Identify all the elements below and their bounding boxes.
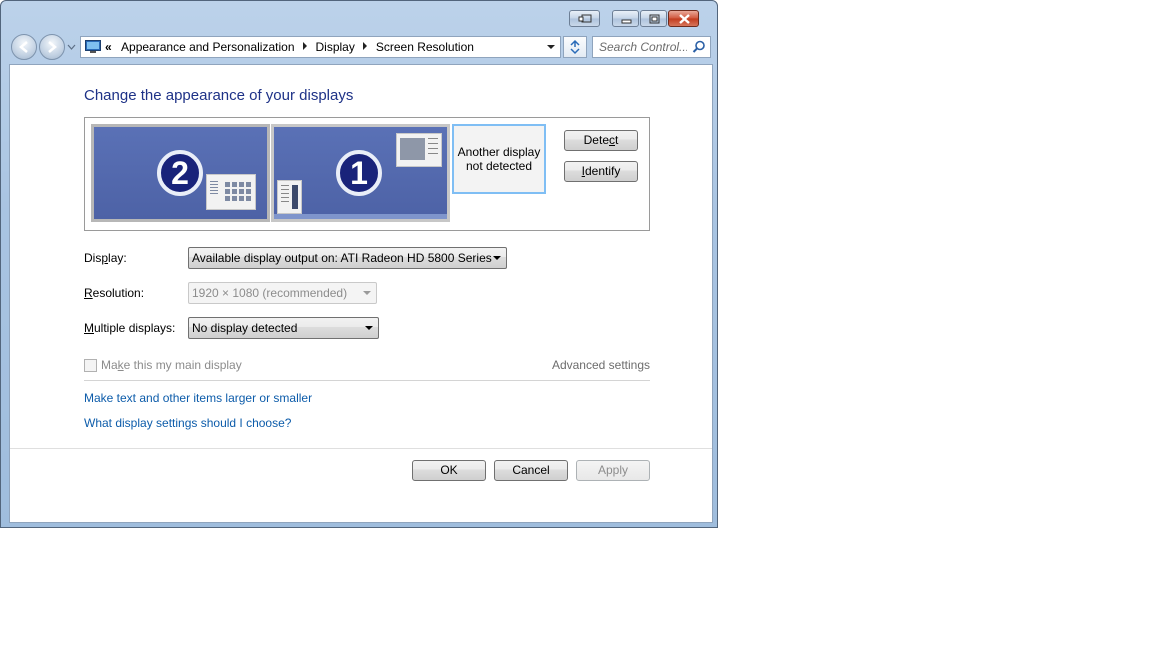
search-input[interactable] xyxy=(599,39,687,55)
maximize-button[interactable] xyxy=(640,10,667,27)
display-select[interactable]: Available display output on: ATI Radeon … xyxy=(188,247,507,269)
undetected-display-text-2: not detected xyxy=(465,159,533,173)
undetected-display-text-1: Another display xyxy=(457,145,541,159)
monitor-number-badge: 2 xyxy=(157,150,203,196)
chevron-right-icon[interactable] xyxy=(362,42,367,50)
mini-window-icon xyxy=(396,133,442,167)
main-display-checkbox-label[interactable]: Make this my main display xyxy=(101,358,242,372)
start-menu-list-icon xyxy=(281,185,298,209)
chevron-down-icon xyxy=(363,291,371,295)
advanced-settings-link[interactable]: Advanced settings xyxy=(552,358,650,372)
refresh-icon xyxy=(570,39,580,55)
maximize-icon xyxy=(649,14,660,24)
detect-label-c: t xyxy=(615,133,619,147)
undetected-display-placeholder[interactable]: Another display not detected xyxy=(452,124,546,194)
content-area: Change the appearance of your displays 2 xyxy=(9,64,713,523)
breadcrumb-overflow[interactable]: « xyxy=(105,40,112,54)
page-title: Change the appearance of your displays xyxy=(84,87,354,104)
search-box[interactable] xyxy=(592,36,711,58)
close-button[interactable] xyxy=(668,10,699,27)
resolution-label-a: R xyxy=(84,286,93,300)
mini-window-icon xyxy=(206,174,256,210)
forward-button[interactable] xyxy=(39,34,65,60)
breadcrumb-screen-resolution[interactable]: Screen Resolution xyxy=(376,40,474,54)
breadcrumb: « Appearance and Personalization Display S… xyxy=(105,40,474,55)
display-pin-icon[interactable] xyxy=(569,10,600,27)
divider xyxy=(84,380,650,381)
identify-label-b: dentify xyxy=(584,164,621,178)
breadcrumb-appearance[interactable]: Appearance and Personalization xyxy=(121,40,294,54)
display-label-c: lay: xyxy=(108,251,127,265)
monitor-1[interactable]: 1 xyxy=(271,124,450,222)
breadcrumb-display[interactable]: Display xyxy=(316,40,355,54)
minimize-icon xyxy=(621,19,632,24)
footer-divider xyxy=(10,448,712,449)
monitor-2[interactable]: 2 xyxy=(91,124,270,222)
close-icon xyxy=(679,14,690,24)
main-display-label-a: Ma xyxy=(101,358,118,372)
multiple-displays-select[interactable]: No display detected xyxy=(188,317,379,339)
address-bar[interactable]: « Appearance and Personalization Display S… xyxy=(80,36,561,58)
multiple-label-b: ultiple displays: xyxy=(94,321,176,335)
monitor-icon xyxy=(578,14,592,23)
chevron-down-icon xyxy=(365,326,373,330)
monitor-arrangement-panel: 2 1 Another display not detected Detect … xyxy=(84,117,650,231)
detect-button[interactable]: Detect xyxy=(564,130,638,151)
back-button[interactable] xyxy=(11,34,37,60)
display-settings-help-link[interactable]: What display settings should I choose? xyxy=(84,416,291,430)
cancel-button[interactable]: Cancel xyxy=(494,460,568,481)
resolution-select[interactable]: 1920 × 1080 (recommended) xyxy=(188,282,377,304)
window-preview-icon xyxy=(400,138,438,160)
search-icon[interactable] xyxy=(692,40,706,54)
taskbar xyxy=(274,214,447,219)
resolution-select-value: 1920 × 1080 (recommended) xyxy=(192,286,348,300)
screen-resolution-window: « Appearance and Personalization Display S… xyxy=(0,0,718,528)
display-select-value: Available display output on: ATI Radeon … xyxy=(192,251,492,265)
detect-label-a: Dete xyxy=(583,133,609,147)
monitor-number-badge: 1 xyxy=(336,150,382,196)
multiple-displays-label: Multiple displays: xyxy=(84,321,175,335)
back-arrow-icon xyxy=(19,41,28,53)
caption-buttons xyxy=(569,10,709,28)
chevron-right-icon[interactable] xyxy=(302,42,307,50)
display-label: Display: xyxy=(84,251,127,265)
address-dropdown-icon[interactable] xyxy=(547,45,555,49)
main-display-label-c: e this my main display xyxy=(123,358,242,372)
apply-button[interactable]: Apply xyxy=(576,460,650,481)
forward-arrow-icon xyxy=(48,41,57,53)
resolution-label-b: esolution: xyxy=(92,286,145,300)
multiple-displays-select-value: No display detected xyxy=(192,321,298,335)
minimize-button[interactable] xyxy=(612,10,639,27)
control-panel-icon xyxy=(85,40,101,53)
resolution-label: Resolution: xyxy=(84,286,144,300)
start-menu-icon xyxy=(277,180,302,214)
app-grid-icon xyxy=(210,181,251,201)
identify-button[interactable]: Identify xyxy=(564,161,638,182)
recent-pages-dropdown-icon[interactable] xyxy=(67,43,76,51)
chevron-down-icon xyxy=(493,256,501,260)
ok-button[interactable]: OK xyxy=(412,460,486,481)
display-label-a: Dis xyxy=(84,251,102,265)
refresh-button[interactable] xyxy=(563,36,587,58)
main-display-checkbox[interactable] xyxy=(84,359,97,372)
multiple-label-a: M xyxy=(84,321,94,335)
text-size-link[interactable]: Make text and other items larger or smal… xyxy=(84,391,312,405)
